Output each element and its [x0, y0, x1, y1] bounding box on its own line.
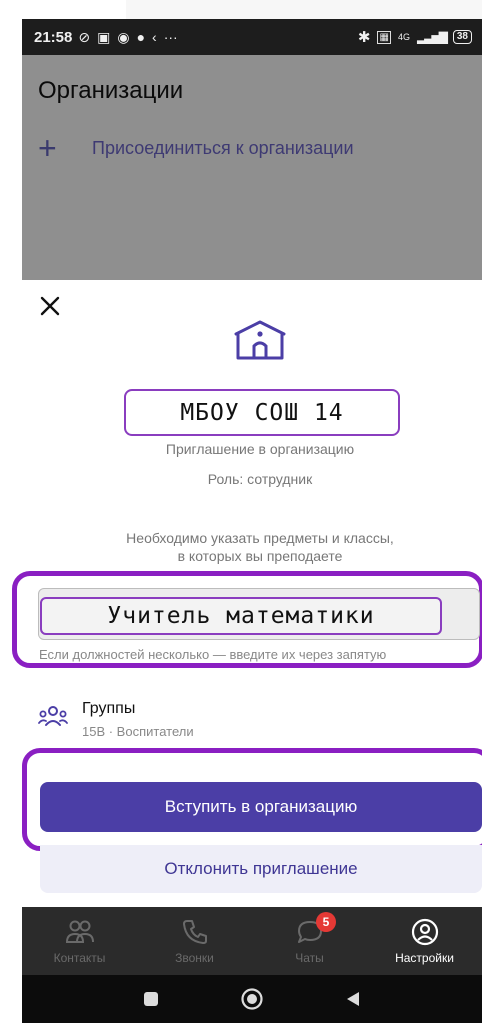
nav-calls-label: Звонки	[175, 951, 214, 965]
bottom-navigation: Контакты Звонки 5 Чаты Настройки	[22, 907, 482, 975]
top-tab	[126, 0, 482, 19]
nav-chats[interactable]: 5 Чаты	[252, 907, 367, 975]
status-time: 21:58	[34, 28, 73, 46]
silent-icon: ⊘	[78, 28, 91, 45]
nav-calls[interactable]: Звонки	[137, 907, 252, 975]
hint-line-2: в которых вы преподаете	[177, 548, 343, 564]
close-icon[interactable]	[38, 294, 62, 318]
chat-icon: ●	[136, 29, 146, 45]
home-icon[interactable]	[240, 987, 264, 1011]
nav-chats-label: Чаты	[295, 951, 324, 965]
back-icon[interactable]	[344, 990, 362, 1008]
page-title: Организации	[38, 77, 184, 104]
join-organization-button[interactable]: Вступить в организацию	[40, 782, 482, 832]
phone-icon	[182, 920, 207, 944]
position-value: Учитель математики	[107, 603, 375, 629]
more-icon: ···	[163, 29, 178, 45]
top-strip	[0, 0, 482, 19]
role-text: Роль: сотрудник	[207, 471, 313, 487]
subjects-hint: Необходимо указать предметы и классы, в …	[0, 529, 482, 565]
profile-icon	[411, 918, 438, 946]
position-value-highlight[interactable]: Учитель математики	[40, 597, 442, 635]
invitation-text: Приглашение в организацию	[165, 441, 355, 457]
status-right: ✱ ▦ 4G ▂▃▅▇ 38	[358, 28, 472, 46]
join-organization-row[interactable]: + Присоединиться к организации	[38, 130, 354, 166]
sim-icon: ▣	[97, 28, 111, 45]
groups-icon	[38, 706, 68, 726]
battery-icon: 38	[452, 30, 472, 44]
bluetooth-icon: ✱	[357, 29, 371, 46]
status-bar: 21:58 ⊘ ▣ ◉ ● ‹ ··· ✱ ▦ 4G ▂▃▅▇ 38	[22, 19, 482, 55]
nav-contacts-label: Контакты	[53, 951, 106, 965]
groups-subtitle: 15В · Воспитатели	[82, 724, 194, 739]
decline-invitation-button[interactable]: Отклонить приглашение	[40, 845, 482, 893]
organization-name-text: МБОУ СОШ 14	[180, 399, 344, 426]
groups-title: Группы	[82, 700, 136, 717]
app-icon: ◉	[117, 28, 130, 45]
volte-icon: ▦	[377, 30, 391, 44]
recent-apps-icon[interactable]	[142, 990, 160, 1008]
nav-settings-label: Настройки	[395, 951, 454, 965]
contacts-icon	[65, 920, 94, 943]
status-icons: ⊘ ▣ ◉ ● ‹ ···	[78, 29, 177, 46]
organization-name: МБОУ СОШ 14	[124, 389, 400, 436]
plus-icon: +	[38, 130, 57, 166]
signal-tool-icon: ‹	[152, 29, 157, 45]
signal-icon: ▂▃▅▇	[416, 30, 448, 44]
nav-settings[interactable]: Настройки	[367, 907, 482, 975]
position-help-text: Если должностей несколько — введите их ч…	[39, 647, 387, 662]
network-label: 4G	[397, 32, 410, 42]
nav-contacts[interactable]: Контакты	[22, 907, 137, 975]
join-organization-label: Присоединиться к организации	[92, 137, 354, 158]
hint-line-1: Необходимо указать предметы и классы,	[126, 530, 394, 546]
system-navigation	[22, 975, 482, 1023]
organizations-screen: Организации + Присоединиться к организац…	[22, 55, 482, 280]
chats-badge: 5	[316, 912, 336, 932]
organization-icon	[234, 320, 286, 360]
